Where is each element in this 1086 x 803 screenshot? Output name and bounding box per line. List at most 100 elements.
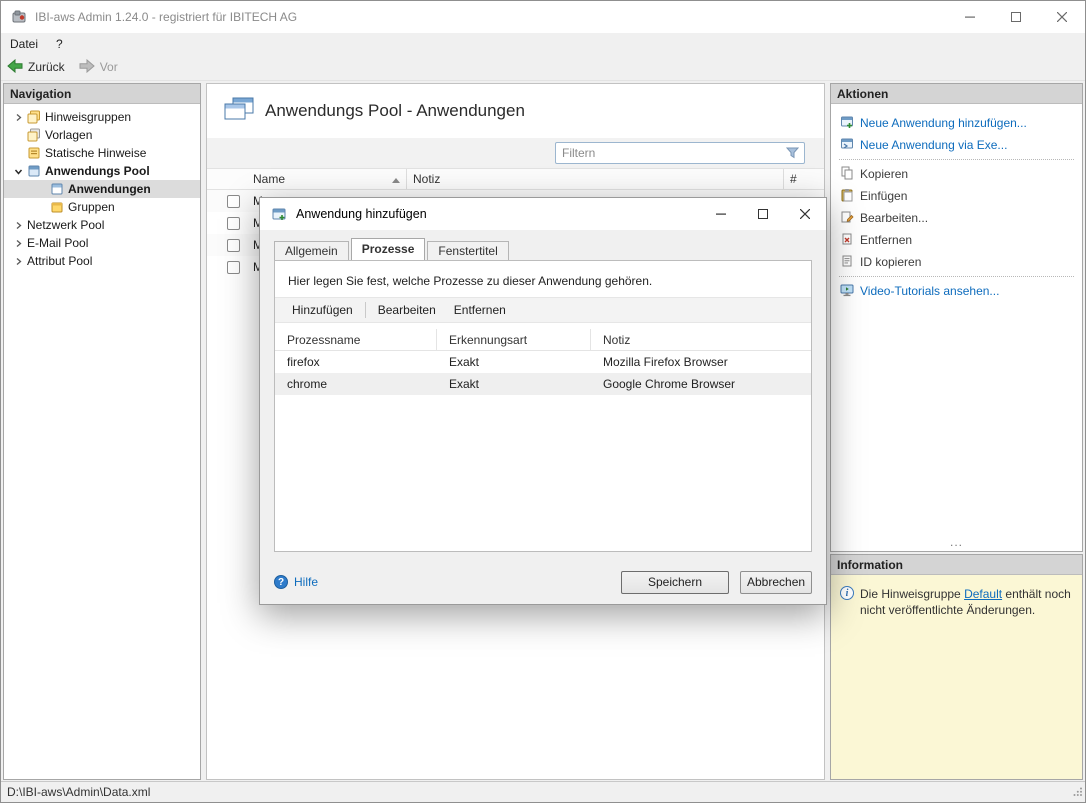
chevron-right-icon[interactable] bbox=[10, 239, 27, 248]
action-label: ID kopieren bbox=[860, 255, 921, 269]
static-hints-icon bbox=[27, 146, 45, 160]
new-application-exe-icon bbox=[840, 137, 854, 154]
sidebar-item-statische-hinweise[interactable]: Statische Hinweise bbox=[4, 144, 200, 162]
actions-panel: Aktionen Neue Anwendung hinzufügen... Ne… bbox=[830, 83, 1083, 552]
process-edit-button[interactable]: Bearbeiten bbox=[369, 301, 445, 319]
maximize-button[interactable] bbox=[993, 1, 1039, 33]
navigation-tree: Hinweisgruppen Vorlagen Statische Hinwei… bbox=[4, 104, 200, 270]
chevron-down-icon[interactable] bbox=[10, 167, 27, 176]
menu-datei[interactable]: Datei bbox=[1, 33, 47, 54]
filter-band bbox=[207, 138, 824, 168]
processes-table-header: Prozessname Erkennungsart Notiz bbox=[275, 329, 811, 351]
sidebar-item-netzwerk-pool[interactable]: Netzwerk Pool bbox=[4, 216, 200, 234]
process-name: chrome bbox=[275, 377, 437, 391]
row-checkbox[interactable] bbox=[227, 261, 240, 274]
process-row-firefox[interactable]: firefox Exakt Mozilla Firefox Browser bbox=[275, 351, 811, 373]
app-icon bbox=[11, 9, 27, 25]
row-checkbox[interactable] bbox=[227, 217, 240, 230]
sidebar-item-gruppen[interactable]: Gruppen bbox=[4, 198, 200, 216]
column-notiz[interactable]: Notiz bbox=[407, 169, 784, 189]
back-arrow-icon bbox=[7, 59, 23, 76]
page-title: Anwendungs Pool - Anwendungen bbox=[265, 101, 525, 121]
help-circle-icon: ? bbox=[274, 575, 288, 589]
applications-node-icon bbox=[50, 182, 68, 196]
paste-icon bbox=[840, 188, 854, 205]
sidebar-item-anwendungs-pool[interactable]: Anwendungs Pool bbox=[4, 162, 200, 180]
chevron-right-icon[interactable] bbox=[10, 113, 27, 122]
cancel-button[interactable]: Abbrechen bbox=[740, 571, 812, 594]
navigation-panel: Navigation Hinweisgruppen Vorlagen Stati… bbox=[3, 83, 201, 780]
title-bar: IBI-aws Admin 1.24.0 - registriert für I… bbox=[1, 1, 1085, 33]
process-row-chrome[interactable]: chrome Exakt Google Chrome Browser bbox=[275, 373, 811, 395]
tab-fenstertitel[interactable]: Fenstertitel bbox=[427, 241, 508, 260]
table-header-row: Name Notiz # bbox=[207, 168, 824, 190]
action-copy[interactable]: Kopieren bbox=[831, 163, 1082, 185]
back-button[interactable]: Zurück bbox=[1, 57, 73, 78]
dialog-minimize-button[interactable] bbox=[700, 198, 742, 230]
row-checkbox[interactable] bbox=[227, 195, 240, 208]
dialog-close-button[interactable] bbox=[784, 198, 826, 230]
sidebar-item-label: E-Mail Pool bbox=[27, 236, 88, 250]
templates-icon bbox=[27, 128, 45, 142]
action-video-tutorials[interactable]: Video-Tutorials ansehen... bbox=[831, 280, 1082, 302]
action-remove[interactable]: Entfernen bbox=[831, 229, 1082, 251]
action-copy-id[interactable]: ID kopieren bbox=[831, 251, 1082, 273]
column-count[interactable]: # bbox=[784, 169, 824, 189]
default-group-link[interactable]: Default bbox=[964, 587, 1002, 601]
sidebar-item-vorlagen[interactable]: Vorlagen bbox=[4, 126, 200, 144]
action-label: Bearbeiten... bbox=[860, 211, 928, 225]
dialog-tabs: Allgemein Prozesse Fenstertitel bbox=[274, 238, 812, 260]
action-new-application-via-exe[interactable]: Neue Anwendung via Exe... bbox=[831, 134, 1082, 156]
chevron-right-icon[interactable] bbox=[10, 221, 27, 230]
filter-input[interactable] bbox=[556, 146, 786, 160]
save-button[interactable]: Speichern bbox=[621, 571, 729, 594]
funnel-icon bbox=[786, 147, 799, 159]
sidebar-item-hinweisgruppen[interactable]: Hinweisgruppen bbox=[4, 108, 200, 126]
chevron-right-icon[interactable] bbox=[10, 257, 27, 266]
column-name[interactable]: Name bbox=[247, 169, 407, 189]
forward-button[interactable]: Vor bbox=[73, 57, 126, 78]
sidebar-item-label: Statische Hinweise bbox=[45, 146, 146, 160]
status-file-path: D:\IBI-aws\Admin\Data.xml bbox=[7, 785, 150, 799]
column-name-label: Name bbox=[253, 172, 285, 186]
process-notiz: Google Chrome Browser bbox=[591, 377, 811, 391]
copy-icon bbox=[840, 166, 854, 183]
sidebar-item-attribut-pool[interactable]: Attribut Pool bbox=[4, 252, 200, 270]
close-button[interactable] bbox=[1039, 1, 1085, 33]
column-erkennungsart[interactable]: Erkennungsart bbox=[437, 329, 591, 350]
actions-overflow-indicator[interactable]: ... bbox=[831, 537, 1082, 551]
info-circle-icon: i bbox=[840, 586, 854, 600]
sidebar-item-label: Anwendungs Pool bbox=[45, 164, 150, 178]
help-link[interactable]: ? Hilfe bbox=[274, 575, 318, 589]
dialog-tab-content: Hier legen Sie fest, welche Prozesse zu … bbox=[274, 260, 812, 552]
action-paste[interactable]: Einfügen bbox=[831, 185, 1082, 207]
column-prozessname[interactable]: Prozessname bbox=[275, 329, 437, 350]
add-application-dialog: Anwendung hinzufügen Allgemein Prozesse … bbox=[259, 197, 827, 605]
tab-allgemein[interactable]: Allgemein bbox=[274, 241, 349, 260]
menu-help[interactable]: ? bbox=[47, 33, 72, 54]
resize-grip[interactable] bbox=[1072, 786, 1083, 800]
column-notiz[interactable]: Notiz bbox=[591, 329, 811, 350]
information-body: i Die Hinweisgruppe Default enthält noch… bbox=[831, 575, 1082, 618]
id-copy-icon bbox=[840, 254, 854, 271]
actions-separator bbox=[839, 276, 1074, 277]
app-window: IBI-aws Admin 1.24.0 - registriert für I… bbox=[0, 0, 1086, 803]
tab-prozesse[interactable]: Prozesse bbox=[351, 238, 426, 260]
application-pool-icon bbox=[27, 164, 45, 178]
actions-list: Neue Anwendung hinzufügen... Neue Anwend… bbox=[831, 104, 1082, 551]
action-label: Neue Anwendung hinzufügen... bbox=[860, 116, 1027, 130]
sidebar-item-email-pool[interactable]: E-Mail Pool bbox=[4, 234, 200, 252]
action-label: Einfügen bbox=[860, 189, 907, 203]
process-name: firefox bbox=[275, 355, 437, 369]
edit-icon bbox=[840, 210, 854, 227]
sidebar-item-anwendungen[interactable]: Anwendungen bbox=[4, 180, 200, 198]
action-new-application[interactable]: Neue Anwendung hinzufügen... bbox=[831, 112, 1082, 134]
process-remove-button[interactable]: Entfernen bbox=[445, 301, 515, 319]
dialog-footer: ? Hilfe Speichern Abbrechen bbox=[260, 560, 826, 604]
process-add-button[interactable]: Hinzufügen bbox=[283, 301, 362, 319]
dialog-maximize-button[interactable] bbox=[742, 198, 784, 230]
navigation-header: Navigation bbox=[4, 84, 200, 104]
minimize-button[interactable] bbox=[947, 1, 993, 33]
action-edit[interactable]: Bearbeiten... bbox=[831, 207, 1082, 229]
row-checkbox[interactable] bbox=[227, 239, 240, 252]
